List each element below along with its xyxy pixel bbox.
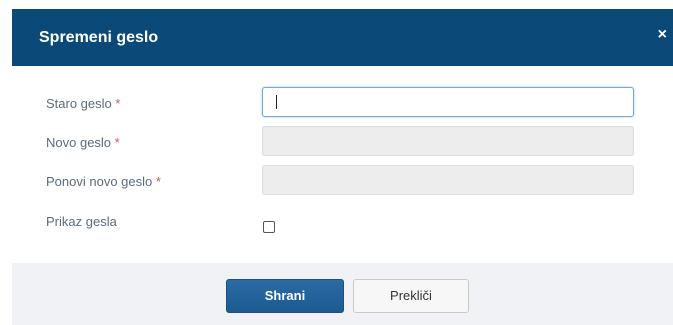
new-password-input[interactable] [262,126,634,156]
dialog-footer: Shrani Prekliči [12,263,673,325]
repeat-new-password-row: Ponovi novo geslo * [12,165,673,199]
close-icon[interactable]: × [658,26,667,44]
show-password-row: Prikaz gesla [12,206,673,240]
dialog-title: Spremeni geslo [39,29,159,46]
old-password-label-text: Staro geslo [46,96,112,111]
new-password-row: Novo geslo * [12,126,673,160]
new-password-label: Novo geslo * [46,135,120,151]
new-password-label-text: Novo geslo [46,135,112,150]
show-password-label-text: Prikaz gesla [46,214,117,229]
repeat-new-password-label-text: Ponovi novo geslo [46,174,153,189]
required-marker: * [155,174,161,189]
save-button[interactable]: Shrani [226,279,344,313]
repeat-new-password-input[interactable] [262,165,634,195]
required-marker: * [114,135,120,150]
required-marker: * [115,96,121,111]
dialog-header: Spremeni geslo × [12,9,673,66]
old-password-label: Staro geslo * [46,96,120,112]
old-password-input[interactable] [262,87,634,117]
show-password-checkbox[interactable] [263,221,275,233]
dialog-body: Staro geslo * Novo geslo * Ponovi novo g… [12,66,673,263]
show-password-label: Prikaz gesla [46,214,117,230]
cancel-button[interactable]: Prekliči [353,279,469,313]
old-password-row: Staro geslo * [12,87,673,121]
repeat-new-password-label: Ponovi novo geslo * [46,174,161,190]
text-caret [276,95,277,109]
change-password-dialog: Spremeni geslo × Staro geslo * Novo gesl… [0,0,673,325]
